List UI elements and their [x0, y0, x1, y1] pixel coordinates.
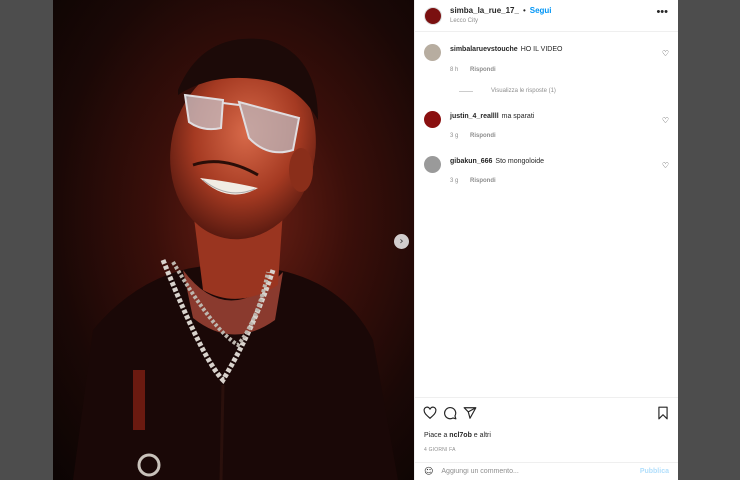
reply-button[interactable]: Rispondi — [470, 178, 496, 184]
commenter-avatar[interactable] — [424, 44, 441, 61]
likes-prefix: Piace a — [424, 432, 450, 439]
reply-button[interactable]: Rispondi — [470, 67, 496, 73]
follow-button[interactable]: Segui — [530, 5, 552, 16]
view-replies-label: Visualizza le risposte (1) — [491, 88, 556, 94]
author-avatar[interactable] — [424, 6, 442, 25]
author-username[interactable]: simba_la_rue_17_ — [450, 5, 519, 16]
likes-suffix: e altri — [471, 432, 491, 439]
comment-meta: 3 g Rispondi — [450, 133, 506, 139]
comment-body: ma sparati — [501, 113, 535, 120]
view-replies-button[interactable]: Visualizza le risposte (1) — [459, 88, 556, 94]
comment-composer: ☺ Pubblica — [415, 462, 678, 480]
comment-text: justin_4_reallll ma sparati — [450, 113, 534, 120]
action-icon-row — [423, 406, 477, 420]
commenter-username[interactable]: justin_4_reallll — [450, 113, 499, 120]
comment-text: gibakun_666 Sto mongoloide — [450, 158, 544, 165]
share-icon[interactable] — [463, 406, 477, 420]
separator-dot: • — [522, 5, 526, 15]
bookmark-icon[interactable] — [656, 406, 670, 420]
emoji-icon[interactable]: ☺ — [424, 467, 433, 477]
comment-input[interactable] — [441, 468, 612, 475]
comment-meta: 8 h Rispondi — [450, 67, 506, 73]
post-photo[interactable]: › — [53, 0, 414, 480]
photo-illustration — [73, 38, 398, 480]
comment-body: Sto mongoloide — [495, 158, 545, 165]
post-header: simba_la_rue_17_ • Segui Lecco City ••• — [415, 0, 678, 32]
commenter-username[interactable]: gibakun_666 — [450, 158, 492, 165]
comment-text: simbalaruevstouche HO IL VIDEO — [450, 46, 562, 53]
post-sidebar: simba_la_rue_17_ • Segui Lecco City ••• … — [414, 0, 678, 480]
comment-time: 3 g — [450, 178, 459, 184]
heart-icon[interactable]: ♡ — [662, 116, 669, 125]
heart-icon[interactable]: ♡ — [662, 161, 669, 170]
commenter-avatar[interactable] — [424, 156, 441, 173]
post-timestamp: 4 GIORNI FA — [424, 447, 456, 453]
likes-summary[interactable]: Piace a ncl7ob e altri — [424, 432, 491, 439]
comment-meta: 3 g Rispondi — [450, 178, 506, 184]
commenter-avatar[interactable] — [424, 111, 441, 128]
publish-button[interactable]: Pubblica — [640, 468, 669, 475]
next-photo-button[interactable]: › — [394, 234, 409, 249]
comment-time: 3 g — [450, 133, 459, 139]
more-horizontal-icon[interactable]: ••• — [656, 6, 668, 18]
likes-user[interactable]: ncl7ob — [449, 432, 472, 439]
post-location[interactable]: Lecco City — [450, 16, 552, 27]
post-modal: › simba_la_rue_17_ • Segui Lecco City ••… — [53, 0, 678, 480]
comment-body: HO IL VIDEO — [520, 46, 563, 53]
reply-button[interactable]: Rispondi — [470, 133, 496, 139]
comment-time: 8 h — [450, 67, 459, 73]
post-actions: Piace a ncl7ob e altri 4 GIORNI FA — [415, 397, 678, 457]
comment-icon[interactable] — [443, 406, 457, 420]
commenter-username[interactable]: simbalaruevstouche — [450, 46, 518, 53]
author-info: simba_la_rue_17_ • Segui Lecco City — [450, 5, 552, 27]
replies-divider — [459, 90, 473, 92]
heart-icon[interactable] — [423, 406, 437, 420]
heart-icon[interactable]: ♡ — [662, 49, 669, 58]
author-line: simba_la_rue_17_ • Segui — [450, 5, 552, 16]
